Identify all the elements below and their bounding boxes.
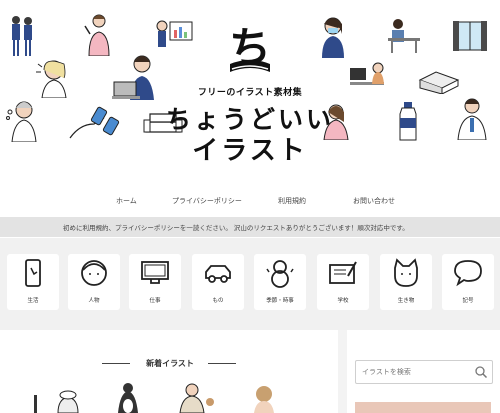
main-nav: ホーム プライバシーポリシー 利用規約 お問い合わせ — [0, 196, 500, 210]
category-people[interactable]: 人物 — [68, 254, 120, 310]
person-icon — [81, 260, 107, 286]
logo-mark: ち — [229, 23, 271, 72]
site-title-line2[interactable]: イラスト — [0, 130, 500, 167]
main-panel: 新着イラスト — [0, 330, 338, 413]
search-input[interactable] — [362, 366, 466, 377]
sidebar-banner-image[interactable] — [355, 402, 491, 413]
category-label: 生活 — [27, 298, 39, 304]
category-label: 学校 — [337, 298, 349, 304]
nav-terms[interactable]: 利用規約 — [278, 196, 306, 206]
category-label: 人物 — [88, 298, 100, 304]
notebook-icon — [329, 261, 357, 284]
title-rule-right — [208, 363, 236, 364]
site-header: ち フリーのイラスト素材集 ちょうどいい イラスト — [0, 0, 500, 190]
category-creatures[interactable]: 生き物 — [380, 254, 432, 310]
category-label: もの — [212, 298, 224, 304]
category-label: 生き物 — [397, 298, 415, 304]
category-label: 季節・時事 — [266, 298, 294, 304]
studying-illustration — [388, 19, 420, 53]
notice-text: 初めに利用規約、プライバシーポリシーを一読ください。 沢山のリクエストありがとう… — [63, 224, 409, 232]
search-icon[interactable] — [474, 365, 488, 379]
illustration-thumbnails[interactable] — [34, 382, 324, 413]
category-symbols[interactable]: 記号 — [442, 254, 494, 310]
nav-privacy-policy[interactable]: プライバシーポリシー — [172, 196, 242, 206]
sidebar — [347, 330, 500, 413]
monitor-icon — [141, 261, 169, 284]
search-box — [355, 360, 493, 384]
business-people-illustration — [12, 16, 32, 56]
notice-bar: 初めに利用規約、プライバシーポリシーを一読ください。 沢山のリクエストありがとう… — [0, 217, 500, 237]
nav-home[interactable]: ホーム — [116, 196, 137, 206]
nurse-illustration — [84, 14, 110, 56]
category-things[interactable]: もの — [192, 254, 244, 310]
speech-bubble-icon — [454, 260, 482, 287]
content-area: 新着イラスト — [0, 330, 500, 413]
car-icon — [205, 265, 231, 283]
category-life[interactable]: 生活 — [7, 254, 59, 310]
smartphone-icon — [25, 259, 41, 287]
category-school[interactable]: 学校 — [317, 254, 369, 310]
category-work[interactable]: 仕事 — [129, 254, 181, 310]
nav-contact[interactable]: お問い合わせ — [353, 196, 395, 206]
window-illustration — [453, 21, 487, 51]
category-label: 仕事 — [149, 298, 161, 304]
cat-icon — [394, 258, 418, 287]
category-area: 生活 人物 仕事 もの 季節・時事 学校 生き物 記号 — [0, 238, 500, 330]
category-seasons-events[interactable]: 季節・時事 — [254, 254, 306, 310]
category-label: 記号 — [462, 298, 474, 304]
snowman-icon — [266, 260, 294, 288]
woman-mask-illustration — [322, 17, 344, 58]
site-tagline: フリーのイラスト素材集 — [197, 88, 303, 98]
